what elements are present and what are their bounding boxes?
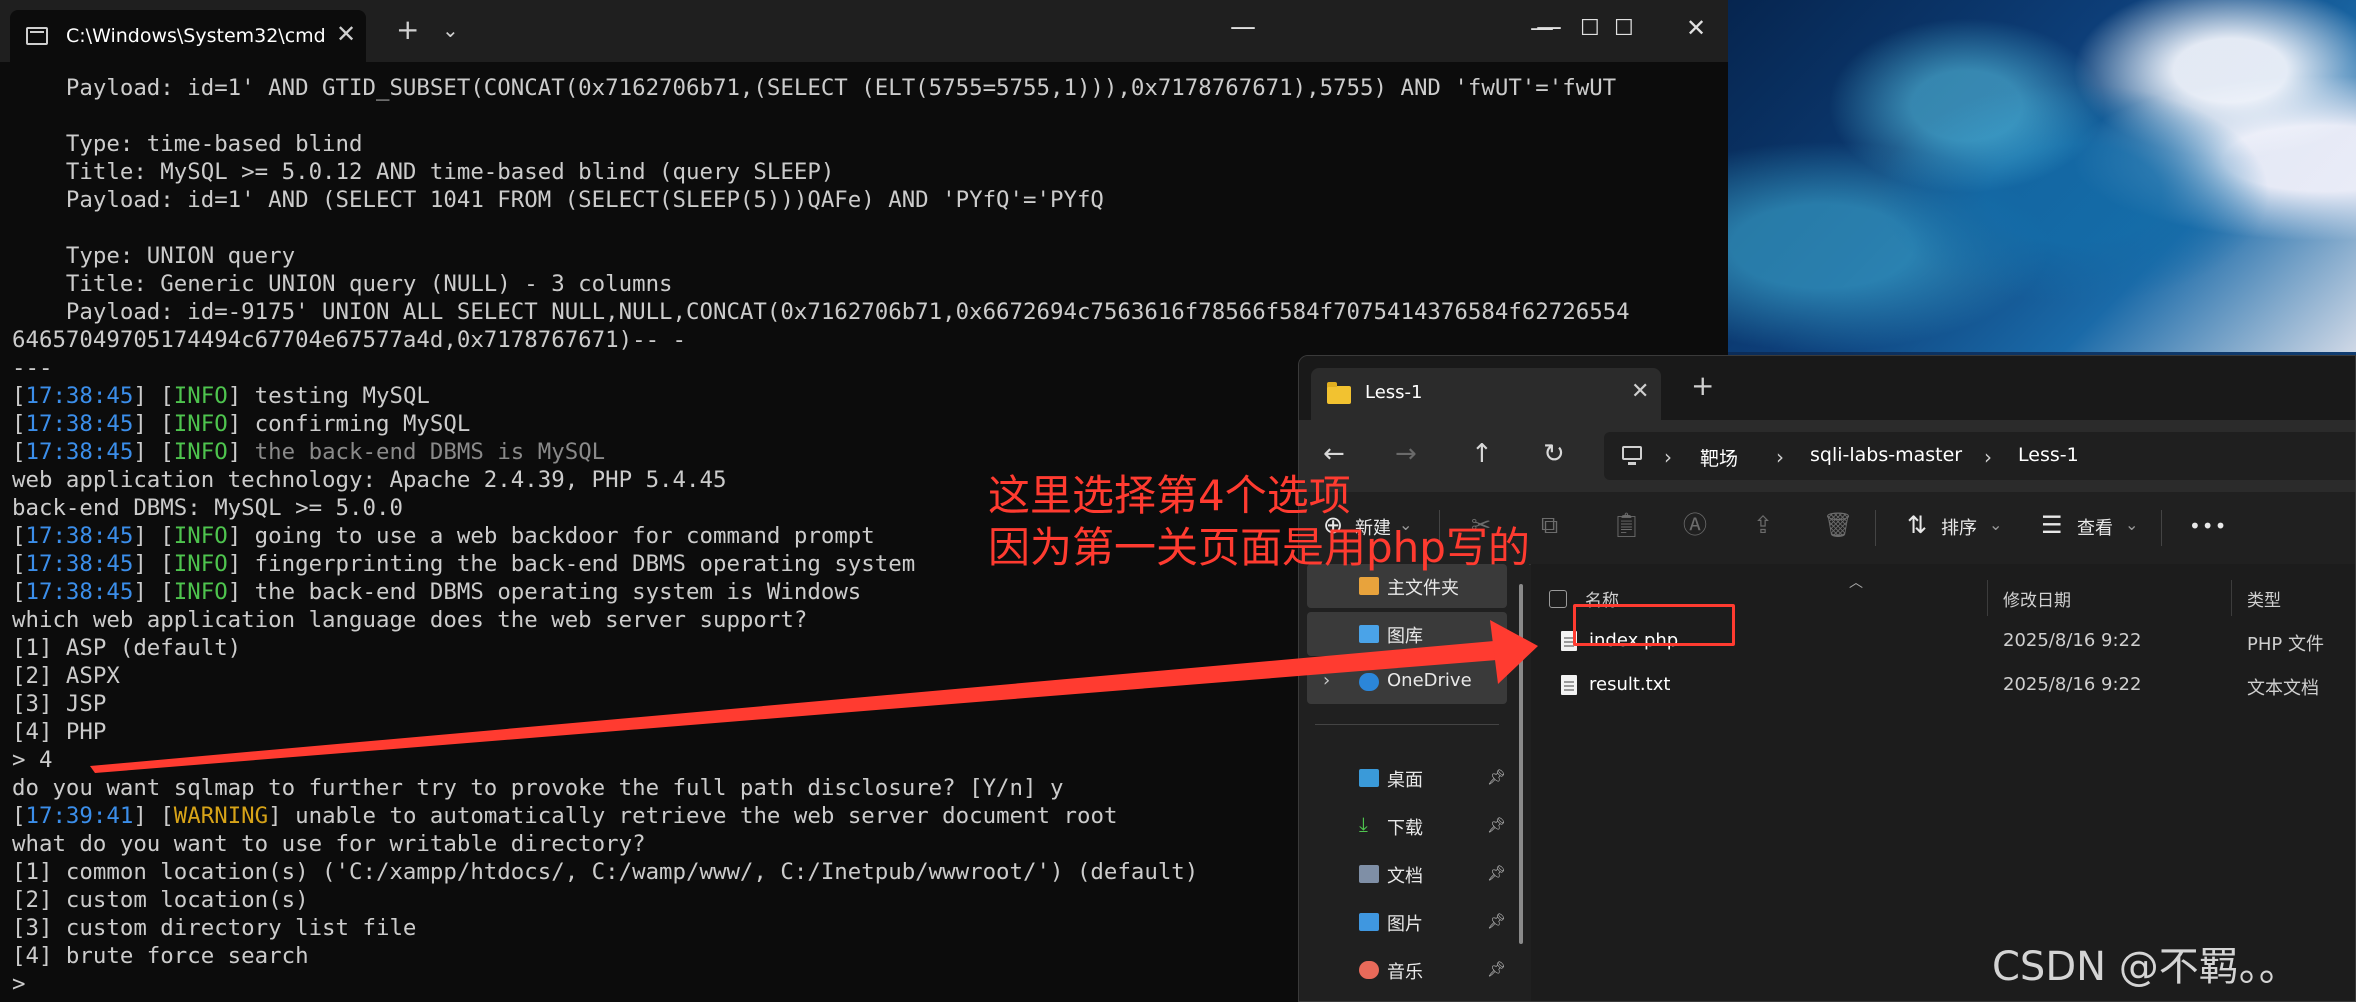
annotation-line-2: 因为第一关页面是用php写的 (988, 523, 1530, 572)
annotation-line-1: 这里选择第4个选项 (988, 471, 1351, 520)
watermark: CSDN @不羁。。 (1992, 944, 2299, 990)
annotation-arrow-head (1490, 620, 1538, 684)
annotation-arrow-shaft (90, 641, 1497, 773)
annotation-note: 这里选择第4个选项 因为第一关页面是用php写的 (988, 470, 1530, 574)
